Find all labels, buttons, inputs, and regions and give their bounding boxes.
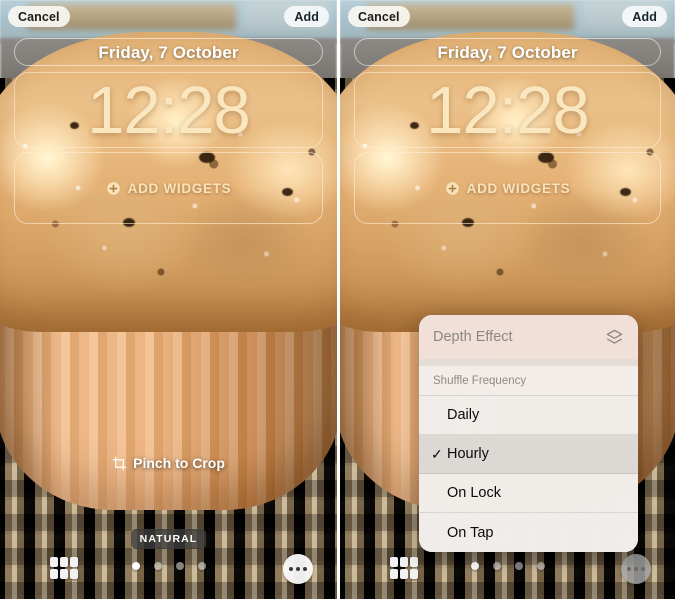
plus-circle-icon xyxy=(106,181,120,195)
screenshot-root: Cancel Add Friday, 7 October 12:28 ADD W… xyxy=(0,0,675,599)
lockscreen-date: Friday, 7 October xyxy=(98,43,239,62)
grid-cell xyxy=(50,569,58,579)
page-dot[interactable] xyxy=(492,562,501,570)
plus-circle-icon xyxy=(445,181,459,195)
pinch-to-crop-label: Pinch to Crop xyxy=(133,455,225,471)
page-dot[interactable] xyxy=(153,562,162,570)
context-menu: Depth Effect Shuffle Frequency Daily ✓ H… xyxy=(419,315,638,552)
ellipsis-dot xyxy=(627,567,631,571)
ellipsis-dot xyxy=(296,567,300,571)
editor-top-bar: Cancel Add xyxy=(0,0,337,30)
page-dot[interactable] xyxy=(197,562,206,570)
add-button[interactable]: Add xyxy=(622,6,667,27)
add-widgets-button[interactable]: ADD WIDGETS xyxy=(354,152,661,224)
crop-icon xyxy=(112,456,127,470)
wallpaper-style-badge: NATURAL xyxy=(130,529,207,549)
grid-cell xyxy=(390,569,398,579)
page-dot[interactable] xyxy=(536,562,545,570)
cancel-button[interactable]: Cancel xyxy=(348,6,410,27)
ellipsis-icon[interactable] xyxy=(621,554,651,584)
add-widgets-label: ADD WIDGETS xyxy=(127,180,232,196)
menu-label-on-lock: On Lock xyxy=(447,485,501,501)
menu-section-header: Shuffle Frequency xyxy=(419,366,638,396)
layers-icon xyxy=(606,329,623,344)
editor-top-bar: Cancel Add xyxy=(340,0,675,30)
menu-label-hourly: Hourly xyxy=(447,446,489,462)
add-widgets-label: ADD WIDGETS xyxy=(466,180,571,196)
menu-item-on-tap[interactable]: On Tap xyxy=(419,513,638,552)
menu-separator xyxy=(419,359,638,366)
lockscreen-date: Friday, 7 October xyxy=(437,43,578,62)
menu-label-on-tap: On Tap xyxy=(447,524,494,541)
ellipsis-dot xyxy=(634,567,638,571)
grid-cell xyxy=(400,569,408,579)
lockscreen-clock: 12:28 xyxy=(87,72,251,148)
depth-effect-label: Depth Effect xyxy=(433,329,513,345)
menu-item-hourly[interactable]: ✓ Hourly xyxy=(419,435,638,474)
add-button[interactable]: Add xyxy=(284,6,329,27)
grid-cell xyxy=(70,569,78,579)
menu-label-daily: Daily xyxy=(447,407,480,423)
cancel-button[interactable]: Cancel xyxy=(8,6,70,27)
ellipsis-dot xyxy=(289,567,293,571)
page-dot[interactable] xyxy=(514,562,523,570)
grid-cell xyxy=(60,569,68,579)
panel-right: Cancel Add Friday, 7 October 12:28 ADD W… xyxy=(337,0,675,599)
page-dot[interactable] xyxy=(175,562,184,570)
page-dot-active[interactable] xyxy=(470,562,479,570)
menu-item-depth-effect[interactable]: Depth Effect xyxy=(419,315,638,359)
menu-item-daily[interactable]: Daily xyxy=(419,396,638,435)
pinch-to-crop-hint[interactable]: Pinch to Crop xyxy=(0,455,337,471)
page-dot-active[interactable] xyxy=(131,562,140,570)
menu-item-on-lock[interactable]: On Lock xyxy=(419,474,638,513)
grid-cell xyxy=(410,569,418,579)
check-icon: ✓ xyxy=(431,445,443,462)
ellipsis-dot xyxy=(303,567,307,571)
lockscreen-clock: 12:28 xyxy=(426,72,590,148)
panel-left: Cancel Add Friday, 7 October 12:28 ADD W… xyxy=(0,0,337,599)
ellipsis-dot xyxy=(641,567,645,571)
ellipsis-icon[interactable] xyxy=(283,554,313,584)
add-widgets-button[interactable]: ADD WIDGETS xyxy=(14,152,323,224)
